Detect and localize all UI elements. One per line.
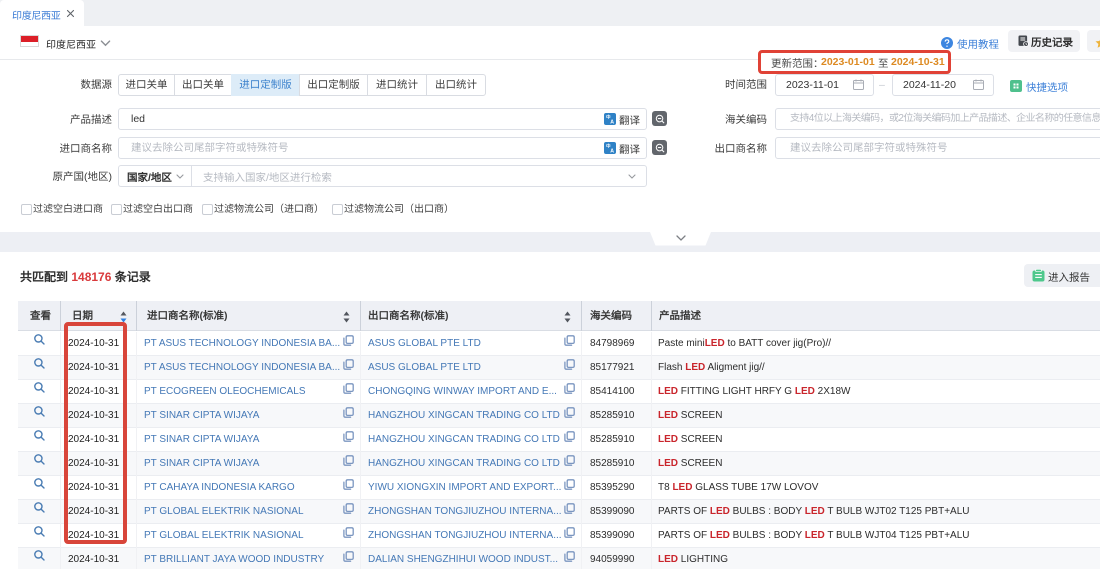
svg-text:A: A [610,119,614,125]
svg-text:A: A [610,148,614,154]
